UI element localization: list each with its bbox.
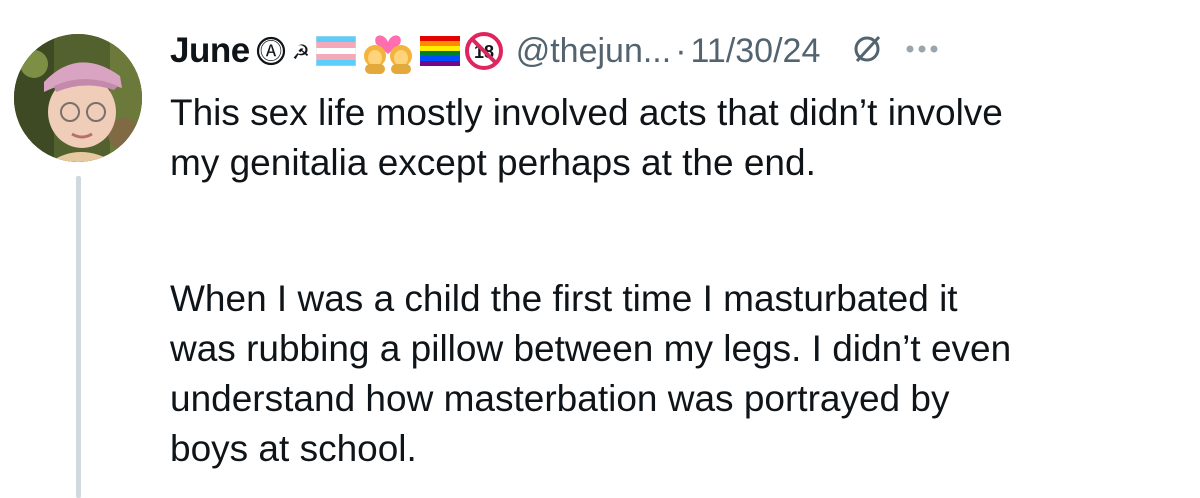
text-line: When I was a child the first time I mast… bbox=[170, 278, 958, 319]
avatar[interactable] bbox=[14, 34, 142, 162]
profile-photo-avatar bbox=[14, 34, 142, 162]
display-name[interactable]: June bbox=[170, 31, 250, 71]
hammer-sickle-glyph: ☭ bbox=[292, 40, 310, 63]
tweet: June Ⓐ ☭ @thejun... · 11/30/24 This sex … bbox=[0, 0, 1200, 498]
rainbow-flag-icon bbox=[419, 36, 460, 66]
text-line: my genitalia except perhaps at the end. bbox=[170, 142, 816, 183]
text-line: was rubbing a pillow between my legs. I … bbox=[170, 328, 1012, 369]
paragraph-2: When I was a child the first time I mast… bbox=[170, 274, 1190, 474]
transgender-flag-icon bbox=[315, 36, 356, 66]
anarchy-glyph: Ⓐ bbox=[260, 39, 282, 64]
tweet-text: This sex life mostly involved acts that … bbox=[170, 88, 1190, 474]
hammer-sickle-icon: ☭ bbox=[290, 39, 312, 63]
no-one-under-eighteen-icon: 18 bbox=[464, 31, 504, 71]
tweet-date[interactable]: 11/30/24 bbox=[691, 32, 821, 71]
text-line: This sex life mostly involved acts that … bbox=[170, 92, 1003, 133]
paragraph-1: This sex life mostly involved acts that … bbox=[170, 88, 1190, 188]
anarchy-circle-a-icon: Ⓐ bbox=[256, 36, 286, 66]
separator-dot: · bbox=[675, 31, 687, 70]
more-dots-icon[interactable] bbox=[904, 42, 940, 60]
text-line: boys at school. bbox=[170, 428, 417, 469]
edited-slashed-circle-icon bbox=[850, 32, 884, 71]
text-line: understand how masterbation was portraye… bbox=[170, 378, 950, 419]
thread-line bbox=[76, 176, 81, 498]
user-handle[interactable]: @thejun... bbox=[516, 32, 672, 71]
couple-with-heart-women-icon bbox=[360, 28, 416, 74]
tweet-header: June Ⓐ ☭ @thejun... · 11/30/24 bbox=[170, 26, 940, 76]
